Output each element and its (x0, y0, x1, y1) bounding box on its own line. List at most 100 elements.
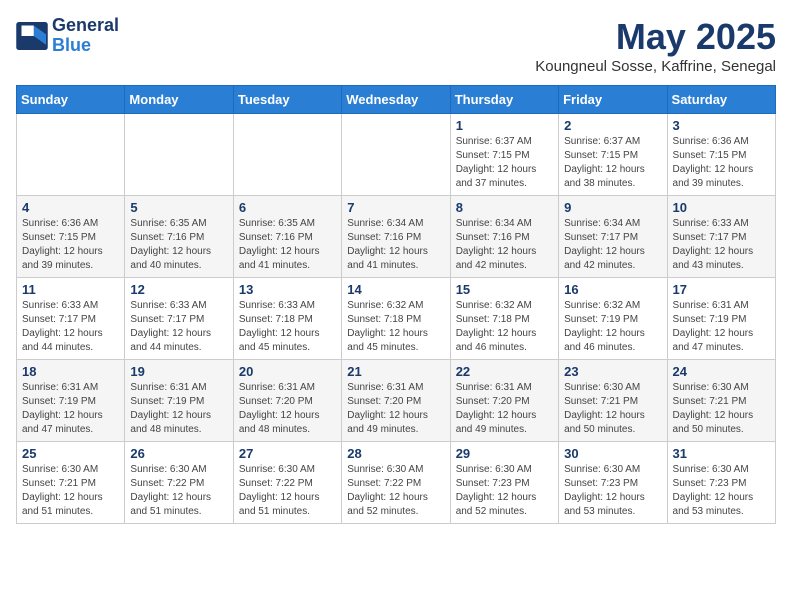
day-number: 9 (564, 200, 661, 215)
day-number: 26 (130, 446, 227, 461)
day-number: 24 (673, 364, 770, 379)
calendar-cell: 17 Sunrise: 6:31 AM Sunset: 7:19 PM Dayli… (667, 278, 775, 360)
day-number: 3 (673, 118, 770, 133)
calendar-cell: 8 Sunrise: 6:34 AM Sunset: 7:16 PM Daylig… (450, 196, 558, 278)
calendar-cell: 27Sunrise: 6:30 AM Sunset: 7:22 PM Dayli… (233, 442, 341, 524)
calendar-cell: 26 Sunrise: 6:30 AM Sunset: 7:22 PM Dayli… (125, 442, 233, 524)
weekday-sunday: Sunday (17, 86, 125, 114)
day-number: 21 (347, 364, 444, 379)
day-info: Sunrise: 6:37 AM Sunset: 7:15 PM Dayligh… (564, 135, 661, 191)
day-info: Sunrise: 6:30 AM Sunset: 7:23 PM Dayligh… (456, 463, 553, 519)
calendar-cell (342, 114, 450, 196)
day-number: 29 (456, 446, 553, 461)
calendar-cell (17, 114, 125, 196)
day-number: 1 (456, 118, 553, 133)
day-info: Sunrise: 6:34 AM Sunset: 7:16 PM Dayligh… (456, 217, 553, 273)
calendar-cell: 24 Sunrise: 6:30 AM Sunset: 7:21 PM Dayli… (667, 360, 775, 442)
day-info: Sunrise: 6:32 AM Sunset: 7:18 PM Dayligh… (456, 299, 553, 355)
day-number: 16 (564, 282, 661, 297)
weekday-row: SundayMondayTuesdayWednesdayThursdayFrid… (17, 86, 776, 114)
day-number: 17 (673, 282, 770, 297)
day-info: Sunrise: 6:30 AM Sunset: 7:22 PM Dayligh… (347, 463, 444, 519)
calendar-cell: 13 Sunrise: 6:33 AM Sunset: 7:18 PM Dayli… (233, 278, 341, 360)
calendar-cell: 25Sunrise: 6:30 AM Sunset: 7:21 PM Dayli… (17, 442, 125, 524)
calendar-cell: 11 Sunrise: 6:33 AM Sunset: 7:17 PM Dayli… (17, 278, 125, 360)
day-info: Sunrise: 6:31 AM Sunset: 7:20 PM Dayligh… (456, 381, 553, 437)
month-title: May 2025 (535, 16, 776, 58)
day-number: 6 (239, 200, 336, 215)
day-number: 10 (673, 200, 770, 215)
calendar-cell: 1 Sunrise: 6:37 AM Sunset: 7:15 PM Daylig… (450, 114, 558, 196)
calendar-cell: 3Sunrise: 6:36 AM Sunset: 7:15 PM Daylig… (667, 114, 775, 196)
day-info: Sunrise: 6:30 AM Sunset: 7:21 PM Dayligh… (673, 381, 770, 437)
calendar-cell (125, 114, 233, 196)
day-number: 11 (22, 282, 119, 297)
day-info: Sunrise: 6:33 AM Sunset: 7:17 PM Dayligh… (130, 299, 227, 355)
day-number: 15 (456, 282, 553, 297)
day-number: 12 (130, 282, 227, 297)
day-info: Sunrise: 6:32 AM Sunset: 7:19 PM Dayligh… (564, 299, 661, 355)
title-block: May 2025 Koungneul Sosse, Kaffrine, Sene… (535, 16, 776, 75)
day-info: Sunrise: 6:30 AM Sunset: 7:22 PM Dayligh… (130, 463, 227, 519)
day-info: Sunrise: 6:34 AM Sunset: 7:16 PM Dayligh… (347, 217, 444, 273)
day-info: Sunrise: 6:30 AM Sunset: 7:22 PM Dayligh… (239, 463, 336, 519)
weekday-wednesday: Wednesday (342, 86, 450, 114)
day-number: 19 (130, 364, 227, 379)
day-info: Sunrise: 6:35 AM Sunset: 7:16 PM Dayligh… (130, 217, 227, 273)
calendar-cell: 10Sunrise: 6:33 AM Sunset: 7:17 PM Dayli… (667, 196, 775, 278)
calendar-body: 1 Sunrise: 6:37 AM Sunset: 7:15 PM Daylig… (17, 114, 776, 524)
day-number: 2 (564, 118, 661, 133)
day-number: 30 (564, 446, 661, 461)
day-number: 23 (564, 364, 661, 379)
day-info: Sunrise: 6:37 AM Sunset: 7:15 PM Dayligh… (456, 135, 553, 191)
day-number: 31 (673, 446, 770, 461)
day-number: 20 (239, 364, 336, 379)
day-info: Sunrise: 6:36 AM Sunset: 7:15 PM Dayligh… (22, 217, 119, 273)
weekday-monday: Monday (125, 86, 233, 114)
day-info: Sunrise: 6:31 AM Sunset: 7:19 PM Dayligh… (673, 299, 770, 355)
day-number: 13 (239, 282, 336, 297)
day-info: Sunrise: 6:31 AM Sunset: 7:20 PM Dayligh… (239, 381, 336, 437)
day-number: 28 (347, 446, 444, 461)
day-info: Sunrise: 6:30 AM Sunset: 7:23 PM Dayligh… (673, 463, 770, 519)
day-info: Sunrise: 6:30 AM Sunset: 7:21 PM Dayligh… (564, 381, 661, 437)
calendar-cell: 15 Sunrise: 6:32 AM Sunset: 7:18 PM Dayli… (450, 278, 558, 360)
logo-text: GeneralBlue (52, 16, 119, 56)
calendar-cell: 6 Sunrise: 6:35 AM Sunset: 7:16 PM Daylig… (233, 196, 341, 278)
calendar-cell: 7 Sunrise: 6:34 AM Sunset: 7:16 PM Daylig… (342, 196, 450, 278)
day-number: 5 (130, 200, 227, 215)
location-title: Koungneul Sosse, Kaffrine, Senegal (535, 58, 776, 75)
day-info: Sunrise: 6:31 AM Sunset: 7:19 PM Dayligh… (130, 381, 227, 437)
day-number: 8 (456, 200, 553, 215)
day-number: 7 (347, 200, 444, 215)
weekday-tuesday: Tuesday (233, 86, 341, 114)
calendar-cell: 28 Sunrise: 6:30 AM Sunset: 7:22 PM Dayli… (342, 442, 450, 524)
calendar-cell: 30 Sunrise: 6:30 AM Sunset: 7:23 PM Dayli… (559, 442, 667, 524)
day-info: Sunrise: 6:33 AM Sunset: 7:18 PM Dayligh… (239, 299, 336, 355)
day-number: 25 (22, 446, 119, 461)
day-info: Sunrise: 6:32 AM Sunset: 7:18 PM Dayligh… (347, 299, 444, 355)
logo-icon (16, 22, 48, 50)
day-number: 22 (456, 364, 553, 379)
calendar-header: SundayMondayTuesdayWednesdayThursdayFrid… (17, 86, 776, 114)
day-number: 18 (22, 364, 119, 379)
calendar-cell: 9Sunrise: 6:34 AM Sunset: 7:17 PM Daylig… (559, 196, 667, 278)
calendar-week-4: 18 Sunrise: 6:31 AM Sunset: 7:19 PM Dayli… (17, 360, 776, 442)
day-info: Sunrise: 6:33 AM Sunset: 7:17 PM Dayligh… (22, 299, 119, 355)
calendar-cell: 31 Sunrise: 6:30 AM Sunset: 7:23 PM Dayli… (667, 442, 775, 524)
day-info: Sunrise: 6:35 AM Sunset: 7:16 PM Dayligh… (239, 217, 336, 273)
calendar-cell (233, 114, 341, 196)
calendar-week-2: 4Sunrise: 6:36 AM Sunset: 7:15 PM Daylig… (17, 196, 776, 278)
calendar-cell: 4Sunrise: 6:36 AM Sunset: 7:15 PM Daylig… (17, 196, 125, 278)
calendar-cell: 5 Sunrise: 6:35 AM Sunset: 7:16 PM Daylig… (125, 196, 233, 278)
calendar-cell: 2 Sunrise: 6:37 AM Sunset: 7:15 PM Daylig… (559, 114, 667, 196)
weekday-thursday: Thursday (450, 86, 558, 114)
calendar-cell: 22 Sunrise: 6:31 AM Sunset: 7:20 PM Dayli… (450, 360, 558, 442)
calendar-cell: 29 Sunrise: 6:30 AM Sunset: 7:23 PM Dayli… (450, 442, 558, 524)
page-header: GeneralBlue May 2025 Koungneul Sosse, Ka… (16, 16, 776, 75)
calendar-cell: 23 Sunrise: 6:30 AM Sunset: 7:21 PM Dayli… (559, 360, 667, 442)
day-info: Sunrise: 6:30 AM Sunset: 7:23 PM Dayligh… (564, 463, 661, 519)
calendar-week-1: 1 Sunrise: 6:37 AM Sunset: 7:15 PM Daylig… (17, 114, 776, 196)
day-info: Sunrise: 6:31 AM Sunset: 7:19 PM Dayligh… (22, 381, 119, 437)
calendar-cell: 20 Sunrise: 6:31 AM Sunset: 7:20 PM Dayli… (233, 360, 341, 442)
